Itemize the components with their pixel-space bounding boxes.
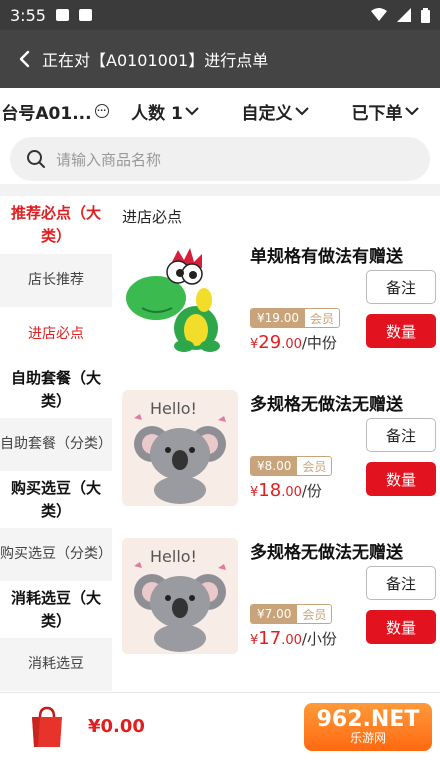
note-button[interactable]: 备注 <box>366 566 436 600</box>
sidebar-item-bean-buy-major[interactable]: 购买选豆（大类） <box>0 472 112 528</box>
price-decimal: .00 <box>281 633 302 648</box>
sidebar-item-label: 自助套餐（分类） <box>0 436 112 452</box>
battery-icon <box>421 7 430 23</box>
price-main: 18 <box>258 480 282 501</box>
search-placeholder: 请输入商品名称 <box>56 150 162 169</box>
people-count-label: 人数 1 <box>131 103 183 124</box>
member-price: ¥7.00 <box>251 605 298 623</box>
title-bar: 正在对【A0101001】进行点单 <box>0 30 440 88</box>
back-button[interactable] <box>12 47 36 71</box>
watermark-sub: 乐游网 <box>349 730 386 745</box>
status-time: 3:55 <box>10 5 46 25</box>
sidebar-item-label: 消耗选豆（大类） <box>10 589 101 630</box>
sidebar-item-label: 购买选豆（分类） <box>0 546 112 562</box>
people-count-filter[interactable]: 人数 1 <box>110 99 220 124</box>
member-price-badge: ¥19.00 会员 <box>250 308 341 328</box>
table-number-label: 台号A01... <box>1 103 92 124</box>
filter-bar: 台号A01... ··· 人数 1 自定义 已下单 <box>0 88 440 134</box>
ordered-label: 已下单 <box>351 103 403 124</box>
product-card: Hello! 多规格无做法无赠送 备注 ¥8.00 会员 ¥18.00/份 数量 <box>112 384 440 532</box>
product-price: ¥17.00/小份 <box>250 628 337 649</box>
chevron-down-icon <box>404 106 419 115</box>
wifi-icon <box>371 8 387 21</box>
more-icon: ··· <box>94 104 109 118</box>
price-decimal: .00 <box>281 337 302 352</box>
section-title: 进店必点 <box>122 207 183 226</box>
signal-icon <box>397 8 411 22</box>
product-image-koala[interactable]: Hello! <box>122 390 238 506</box>
table-number-filter[interactable]: 台号A01... ··· <box>0 99 110 124</box>
ordered-filter[interactable]: 已下单 <box>330 99 440 124</box>
svg-text:Hello!: Hello! <box>150 399 197 418</box>
sidebar-item-buffet-major[interactable]: 自助套餐（大类） <box>0 362 112 418</box>
note-button[interactable]: 备注 <box>366 418 436 452</box>
price-unit: /份 <box>301 482 322 500</box>
category-sidebar: 推荐必点（大类） 店长推荐 进店必点 自助套餐（大类） 自助套餐（分类） 购买选… <box>0 196 112 692</box>
sidebar-item-buffet-minor[interactable]: 自助套餐（分类） <box>0 418 112 472</box>
chevron-down-icon <box>294 106 309 115</box>
chevron-left-icon <box>19 50 30 68</box>
custom-filter[interactable]: 自定义 <box>220 99 330 124</box>
search-area: 请输入商品名称 <box>0 134 440 184</box>
cart-bar: ¥0.00 962.NET 乐游网 <box>0 692 440 760</box>
product-name: 多规格无做法无赠送 <box>250 395 403 415</box>
quantity-button[interactable]: 数量 <box>366 314 436 348</box>
content-area: 推荐必点（大类） 店长推荐 进店必点 自助套餐（大类） 自助套餐（分类） 购买选… <box>0 196 440 692</box>
price-main: 29 <box>258 332 282 353</box>
member-label: 会员 <box>305 309 340 327</box>
search-input[interactable]: 请输入商品名称 <box>10 137 430 181</box>
member-label: 会员 <box>297 605 332 623</box>
quantity-button[interactable]: 数量 <box>366 462 436 496</box>
chevron-down-icon <box>185 106 199 115</box>
product-name: 单规格有做法有赠送 <box>250 247 403 267</box>
member-price: ¥19.00 <box>251 309 305 327</box>
member-label: 会员 <box>297 457 332 475</box>
sidebar-item-label: 购买选豆（大类） <box>10 479 101 520</box>
price-unit: /中份 <box>301 334 337 352</box>
product-price: ¥18.00/份 <box>250 480 322 501</box>
quantity-button[interactable]: 数量 <box>366 610 436 644</box>
sidebar-item-bean-use[interactable]: 消耗选豆 <box>0 638 112 692</box>
sidebar-item-label: 推荐必点（大类） <box>10 204 101 245</box>
watermark-logo: 962.NET 乐游网 <box>304 703 432 751</box>
sidebar-item-manager-pick[interactable]: 店长推荐 <box>0 254 112 308</box>
product-name: 多规格无做法无赠送 <box>250 543 403 563</box>
price-decimal: .00 <box>281 485 302 500</box>
sidebar-item-label: 店长推荐 <box>28 272 84 288</box>
sidebar-item-recommend-major[interactable]: 推荐必点（大类） <box>0 196 112 254</box>
product-list: 进店必点 单规格有做法有赠送 备注 ¥19.00 会员 ¥29.00/中份 数量… <box>112 196 440 692</box>
price-unit: /小份 <box>301 630 337 648</box>
sidebar-item-label: 消耗选豆 <box>28 656 84 672</box>
price-main: 17 <box>258 628 282 649</box>
sidebar-item-bean-use-major[interactable]: 消耗选豆（大类） <box>0 582 112 638</box>
search-icon <box>27 150 45 168</box>
sidebar-item-must-order[interactable]: 进店必点 <box>0 308 112 362</box>
page-title: 正在对【A0101001】进行点单 <box>42 51 269 70</box>
product-image-dinosaur[interactable] <box>122 242 238 358</box>
svg-text:Hello!: Hello! <box>150 547 197 566</box>
member-price-badge: ¥7.00 会员 <box>250 604 333 624</box>
watermark-main: 962.NET <box>316 706 420 732</box>
note-button[interactable]: 备注 <box>366 270 436 304</box>
shopping-bag-icon[interactable] <box>28 705 66 749</box>
image-notification-icon <box>55 9 69 21</box>
sidebar-item-label: 进店必点 <box>28 326 84 342</box>
custom-label: 自定义 <box>241 103 293 124</box>
status-bar: 3:55 <box>0 0 440 30</box>
product-image-koala[interactable]: Hello! <box>122 538 238 654</box>
product-card: 单规格有做法有赠送 备注 ¥19.00 会员 ¥29.00/中份 数量 <box>112 236 440 384</box>
product-card: Hello! 多规格无做法无赠送 备注 ¥7.00 会员 ¥17.00/小份 数… <box>112 532 440 680</box>
sidebar-item-bean-buy-minor[interactable]: 购买选豆（分类） <box>0 528 112 582</box>
sidebar-item-label: 自助套餐（大类） <box>10 369 101 410</box>
member-price: ¥8.00 <box>251 457 298 475</box>
app-notification-icon <box>78 9 92 21</box>
member-price-badge: ¥8.00 会员 <box>250 456 333 476</box>
cart-total: ¥0.00 <box>88 716 145 737</box>
product-price: ¥29.00/中份 <box>250 332 337 353</box>
